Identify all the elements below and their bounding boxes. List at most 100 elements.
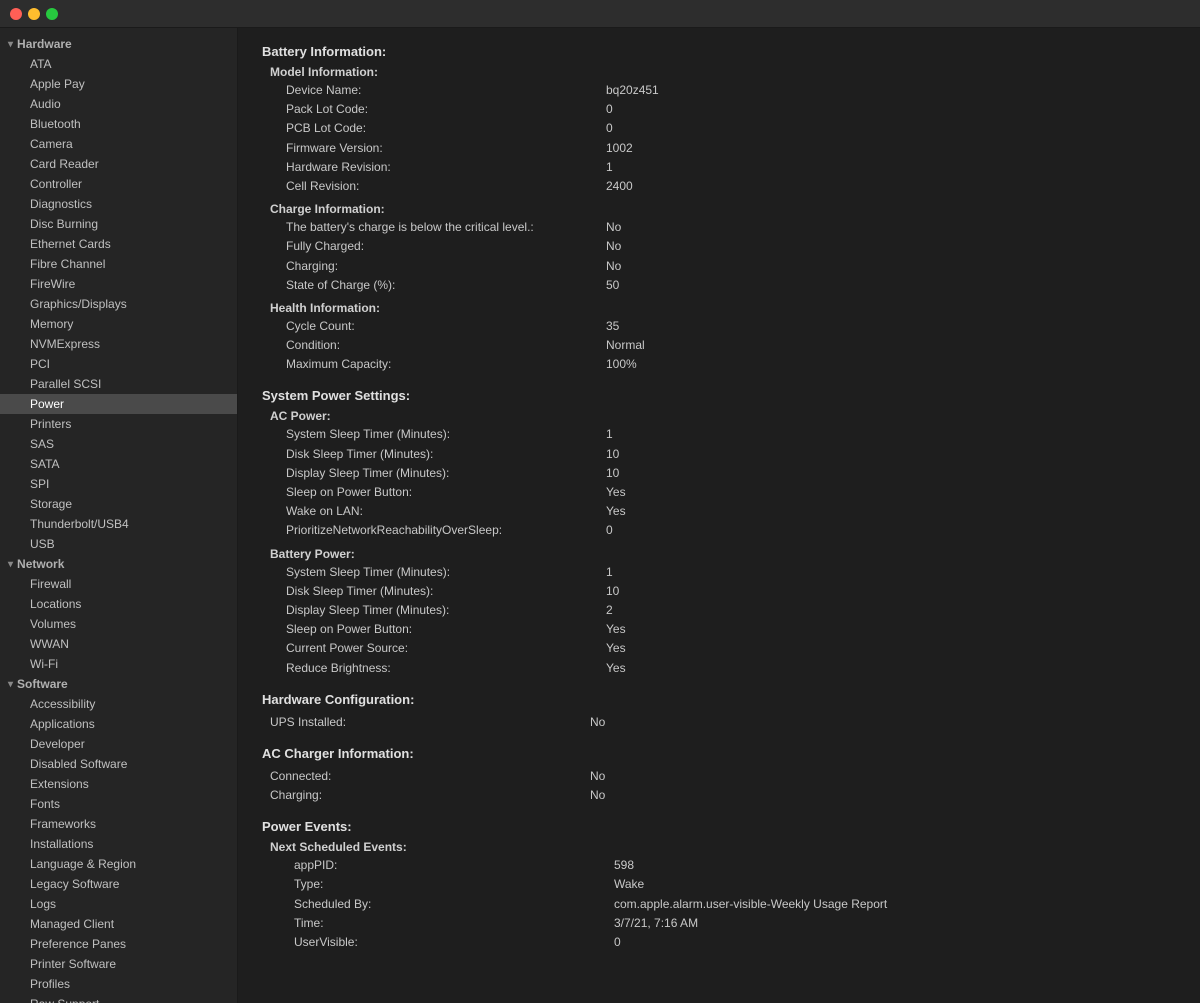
sidebar-group-hardware[interactable]: ▾Hardware	[0, 34, 237, 54]
sidebar-item-printer-software[interactable]: Printer Software	[0, 954, 237, 974]
info-label: Scheduled By:	[294, 895, 614, 914]
info-label: Disk Sleep Timer (Minutes):	[286, 445, 606, 464]
sidebar-item-fonts[interactable]: Fonts	[0, 794, 237, 814]
info-label: Charging:	[270, 786, 590, 805]
sidebar-item-accessibility[interactable]: Accessibility	[0, 694, 237, 714]
sidebar-item-memory[interactable]: Memory	[0, 314, 237, 334]
info-label: Wake on LAN:	[286, 502, 606, 521]
sidebar-item-language---region[interactable]: Language & Region	[0, 854, 237, 874]
sidebar-item-extensions[interactable]: Extensions	[0, 774, 237, 794]
sidebar-item-nvmexpress[interactable]: NVMExpress	[0, 334, 237, 354]
info-row: UserVisible:0	[262, 933, 1176, 952]
section-header-0: Battery Information:	[262, 44, 1176, 59]
sidebar-item-audio[interactable]: Audio	[0, 94, 237, 114]
info-label: Charging:	[286, 257, 606, 276]
sidebar-item-raw-support[interactable]: Raw Support	[0, 994, 237, 1003]
info-label: Reduce Brightness:	[286, 659, 606, 678]
info-row: Charging:No	[262, 257, 1176, 276]
sidebar-item-managed-client[interactable]: Managed Client	[0, 914, 237, 934]
info-value: bq20z451	[606, 81, 659, 100]
sidebar-item-logs[interactable]: Logs	[0, 894, 237, 914]
main-layout: ▾HardwareATAApple PayAudioBluetoothCamer…	[0, 28, 1200, 1003]
sidebar-item-legacy-software[interactable]: Legacy Software	[0, 874, 237, 894]
sidebar-group-label: Network	[17, 557, 64, 571]
maximize-button[interactable]	[46, 8, 58, 20]
sidebar-item-profiles[interactable]: Profiles	[0, 974, 237, 994]
sidebar-item-thunderbolt-usb4[interactable]: Thunderbolt/USB4	[0, 514, 237, 534]
sidebar-item-volumes[interactable]: Volumes	[0, 614, 237, 634]
sidebar-item-bluetooth[interactable]: Bluetooth	[0, 114, 237, 134]
info-row: Disk Sleep Timer (Minutes):10	[262, 445, 1176, 464]
sidebar-item-controller[interactable]: Controller	[0, 174, 237, 194]
sidebar-item-power[interactable]: Power	[0, 394, 237, 414]
info-label: Hardware Revision:	[286, 158, 606, 177]
info-row: Firmware Version:1002	[262, 139, 1176, 158]
subsection-header-0-2: Health Information:	[262, 301, 1176, 315]
sidebar-item-wwan[interactable]: WWAN	[0, 634, 237, 654]
sidebar-item-wi-fi[interactable]: Wi-Fi	[0, 654, 237, 674]
sidebar-item-ata[interactable]: ATA	[0, 54, 237, 74]
sidebar-item-card-reader[interactable]: Card Reader	[0, 154, 237, 174]
sidebar-item-sata[interactable]: SATA	[0, 454, 237, 474]
info-row: Type:Wake	[262, 875, 1176, 894]
close-button[interactable]	[10, 8, 22, 20]
sidebar-item-parallel-scsi[interactable]: Parallel SCSI	[0, 374, 237, 394]
info-label: Device Name:	[286, 81, 606, 100]
sidebar-group-network[interactable]: ▾Network	[0, 554, 237, 574]
info-row: Reduce Brightness:Yes	[262, 659, 1176, 678]
info-value: 10	[606, 464, 619, 483]
sidebar-item-diagnostics[interactable]: Diagnostics	[0, 194, 237, 214]
sidebar-item-firewall[interactable]: Firewall	[0, 574, 237, 594]
sidebar-item-apple-pay[interactable]: Apple Pay	[0, 74, 237, 94]
chevron-icon: ▾	[8, 679, 13, 690]
sidebar-item-disabled-software[interactable]: Disabled Software	[0, 754, 237, 774]
sidebar-item-developer[interactable]: Developer	[0, 734, 237, 754]
section-header-1: System Power Settings:	[262, 388, 1176, 403]
info-value: 50	[606, 276, 619, 295]
sidebar-item-usb[interactable]: USB	[0, 534, 237, 554]
info-row: Scheduled By:com.apple.alarm.user-visibl…	[262, 895, 1176, 914]
sidebar-item-spi[interactable]: SPI	[0, 474, 237, 494]
sidebar-item-storage[interactable]: Storage	[0, 494, 237, 514]
info-value: 2400	[606, 177, 633, 196]
sidebar-item-preference-panes[interactable]: Preference Panes	[0, 934, 237, 954]
sidebar-group-software[interactable]: ▾Software	[0, 674, 237, 694]
info-row: UPS Installed:No	[262, 713, 1176, 732]
info-label: Type:	[294, 875, 614, 894]
info-value: Yes	[606, 639, 626, 658]
info-value: Yes	[606, 502, 626, 521]
info-value: No	[606, 237, 621, 256]
info-row: Display Sleep Timer (Minutes):2	[262, 601, 1176, 620]
sidebar-item-camera[interactable]: Camera	[0, 134, 237, 154]
info-value: 1	[606, 158, 613, 177]
info-row: Sleep on Power Button:Yes	[262, 483, 1176, 502]
sidebar-item-pci[interactable]: PCI	[0, 354, 237, 374]
info-label: Display Sleep Timer (Minutes):	[286, 601, 606, 620]
sidebar-item-installations[interactable]: Installations	[0, 834, 237, 854]
subsection-header-1-1: Battery Power:	[262, 547, 1176, 561]
sidebar-item-graphics-displays[interactable]: Graphics/Displays	[0, 294, 237, 314]
sidebar-item-printers[interactable]: Printers	[0, 414, 237, 434]
info-row: Hardware Revision:1	[262, 158, 1176, 177]
subsection-header-1-0: AC Power:	[262, 409, 1176, 423]
info-label: PCB Lot Code:	[286, 119, 606, 138]
sidebar-item-fibre-channel[interactable]: Fibre Channel	[0, 254, 237, 274]
info-value: 0	[606, 100, 613, 119]
sidebar-item-ethernet-cards[interactable]: Ethernet Cards	[0, 234, 237, 254]
minimize-button[interactable]	[28, 8, 40, 20]
info-row: Display Sleep Timer (Minutes):10	[262, 464, 1176, 483]
info-row: Sleep on Power Button:Yes	[262, 620, 1176, 639]
sidebar-item-frameworks[interactable]: Frameworks	[0, 814, 237, 834]
info-value: Yes	[606, 659, 626, 678]
sidebar-item-sas[interactable]: SAS	[0, 434, 237, 454]
sidebar-item-applications[interactable]: Applications	[0, 714, 237, 734]
info-value: 10	[606, 582, 619, 601]
info-value: 1002	[606, 139, 633, 158]
sidebar-item-firewire[interactable]: FireWire	[0, 274, 237, 294]
chevron-icon: ▾	[8, 39, 13, 50]
window-controls[interactable]	[10, 8, 58, 20]
sidebar-item-locations[interactable]: Locations	[0, 594, 237, 614]
sidebar-item-disc-burning[interactable]: Disc Burning	[0, 214, 237, 234]
subsection-header-0-1: Charge Information:	[262, 202, 1176, 216]
sidebar[interactable]: ▾HardwareATAApple PayAudioBluetoothCamer…	[0, 28, 238, 1003]
